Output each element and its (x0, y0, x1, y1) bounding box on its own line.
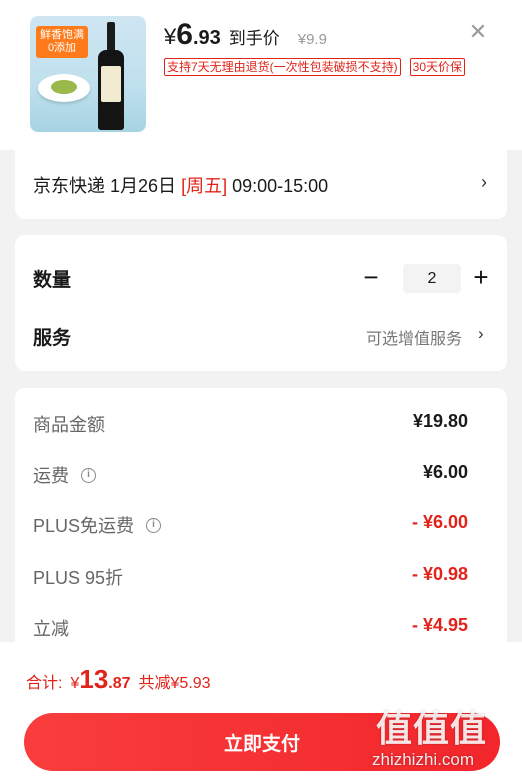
cost-label: 立减 (33, 619, 69, 639)
cost-value: ¥6.00 (422, 462, 468, 482)
cost-label: 运费 i (33, 462, 96, 488)
product-image: 鲜香饱满 0添加 (30, 16, 146, 132)
dish-illustration (38, 74, 90, 102)
cost-label: PLUS免运费 i (33, 512, 162, 538)
product-image-tag: 鲜香饱满 0添加 (36, 26, 88, 58)
order-total: 合计: ¥ 13 .87 共减¥5.93 (26, 664, 211, 695)
chevron-right-icon: › (481, 172, 487, 192)
quantity-increase-button[interactable]: + (470, 264, 492, 292)
cost-value: - ¥4.95 (411, 615, 468, 635)
close-icon[interactable]: ✕ (466, 20, 490, 44)
quantity-label: 数量 (33, 270, 72, 291)
cost-row-plus-free-shipping: PLUS免运费 i - ¥6.00 (33, 512, 468, 540)
cost-label: 商品金额 (33, 415, 105, 435)
cost-row-instant-discount: 立减 - ¥4.95 (33, 615, 468, 643)
quantity-decrease-button[interactable]: − (360, 264, 382, 292)
service-badges: 支持7天无理由退货(一次性包装破损不支持) 30天价保 (164, 58, 466, 76)
cost-row-goods: 商品金额 ¥19.80 (33, 411, 468, 439)
quantity-input[interactable]: 2 (403, 264, 461, 293)
return-policy-badge: 支持7天无理由退货(一次性包装破损不支持) (164, 58, 401, 76)
delivery-date: 1月26日 (110, 176, 177, 196)
info-icon[interactable]: i (81, 467, 96, 483)
delivery-info: 京东快递 1月26日 [周五] 09:00-15:00 (33, 172, 328, 198)
cost-row-plus-discount: PLUS 95折 - ¥0.98 (33, 564, 468, 592)
product-header: 鲜香饱满 0添加 ¥ 6 .93 到手价 ¥9.9 ✕ 支持7天无理由退货(一次… (0, 0, 522, 150)
price-decimal: .93 (192, 27, 221, 49)
price-line: ¥ 6 .93 到手价 ¥9.9 (164, 18, 327, 54)
delivery-weekday: [周五] (181, 176, 228, 196)
cost-row-shipping: 运费 i ¥6.00 (33, 462, 468, 490)
cost-value: ¥19.80 (412, 411, 468, 431)
info-icon[interactable]: i (146, 517, 162, 533)
delivery-card[interactable]: 京东快递 1月26日 [周五] 09:00-15:00 › (15, 150, 507, 219)
total-symbol: ¥ (70, 675, 80, 692)
service-label: 服务 (33, 328, 72, 349)
order-options-card: 数量 服务 (15, 235, 507, 371)
service-selector[interactable]: 可选增值服务 (366, 325, 462, 349)
total-saving: 共减¥5.93 (138, 675, 211, 692)
total-label: 合计: (26, 675, 63, 692)
cost-label: PLUS 95折 (33, 568, 124, 588)
cost-value: - ¥0.98 (411, 564, 468, 584)
total-integer: 13 (79, 664, 109, 694)
price-label: 到手价 (228, 29, 280, 48)
total-decimal: .87 (108, 675, 131, 692)
price-symbol: ¥ (164, 24, 177, 49)
chevron-right-icon[interactable]: › (478, 324, 484, 344)
cost-value: - ¥6.00 (411, 512, 468, 532)
delivery-time: 09:00-15:00 (232, 176, 329, 196)
price-protect-badge: 30天价保 (409, 58, 466, 76)
original-price: ¥9.9 (297, 31, 327, 48)
bottle-illustration (96, 22, 126, 130)
pay-now-button[interactable]: 立即支付 (24, 713, 500, 771)
price-integer: 6 (176, 18, 193, 51)
delivery-carrier: 京东快递 (33, 176, 105, 196)
